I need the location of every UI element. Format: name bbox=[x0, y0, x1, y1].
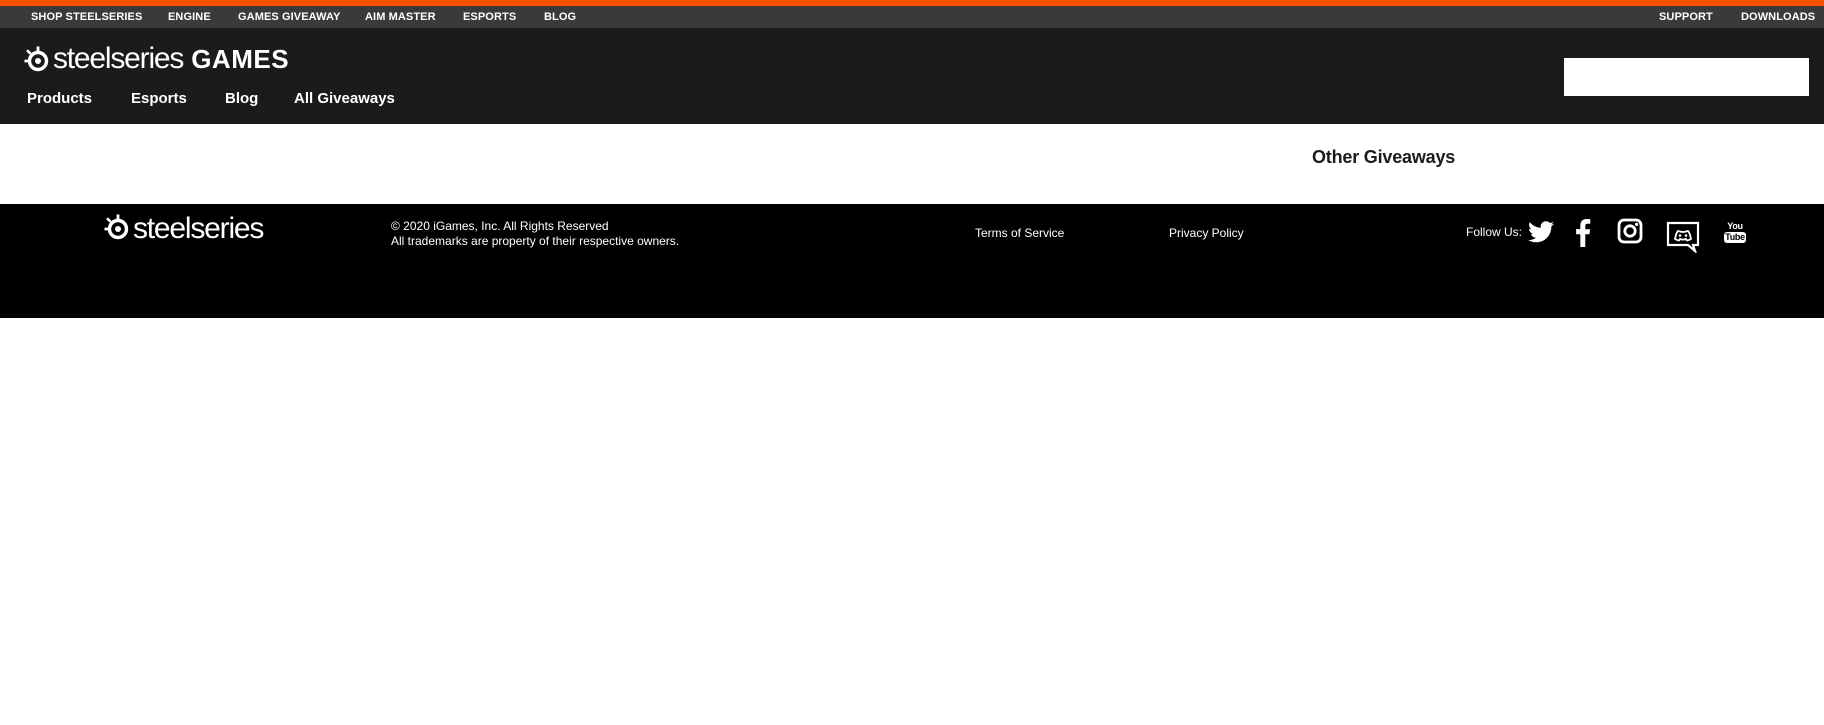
logo-games-suffix: GAMES bbox=[191, 44, 290, 74]
topnav-games-giveaway[interactable]: GAMES GIVEAWAY bbox=[238, 6, 340, 28]
youtube-icon-text-bottom: Tube bbox=[1724, 232, 1746, 243]
terms-of-service-link[interactable]: Terms of Service bbox=[975, 226, 1064, 240]
footer-steelseries-logo-icon bbox=[104, 214, 130, 245]
discord-icon[interactable] bbox=[1666, 221, 1700, 253]
logo-wordmark: steelseries bbox=[53, 42, 184, 75]
footer-logo-wordmark: steelseries bbox=[133, 212, 264, 245]
youtube-icon[interactable]: You Tube bbox=[1724, 221, 1746, 243]
nav-products[interactable]: Products bbox=[27, 90, 92, 107]
nav-esports[interactable]: Esports bbox=[131, 90, 187, 107]
footer-steelseries-logo[interactable]: steelseries bbox=[104, 212, 264, 245]
facebook-icon[interactable] bbox=[1575, 219, 1591, 247]
privacy-policy-link[interactable]: Privacy Policy bbox=[1169, 226, 1244, 240]
topnav-blog[interactable]: BLOG bbox=[544, 6, 576, 28]
twitter-icon[interactable] bbox=[1528, 221, 1554, 243]
topnav-aim-master[interactable]: AIM MASTER bbox=[365, 6, 436, 28]
instagram-icon[interactable] bbox=[1617, 218, 1643, 244]
nav-blog[interactable]: Blog bbox=[225, 90, 258, 107]
top-utility-nav: SHOP STEELSERIES ENGINE GAMES GIVEAWAY A… bbox=[0, 6, 1824, 28]
topnav-downloads[interactable]: DOWNLOADS bbox=[1741, 6, 1815, 28]
topnav-support[interactable]: SUPPORT bbox=[1659, 6, 1713, 28]
topnav-shop-steelseries[interactable]: SHOP STEELSERIES bbox=[31, 6, 142, 28]
site-header: steelseries GAMES Products Esports Blog … bbox=[0, 28, 1824, 124]
trademark-line: All trademarks are property of their res… bbox=[391, 234, 680, 248]
youtube-icon-text-top: You bbox=[1727, 221, 1743, 231]
steelseries-games-logo[interactable]: steelseries GAMES bbox=[24, 44, 289, 74]
site-footer: steelseries © 2020 iGames, Inc. All Righ… bbox=[0, 204, 1824, 318]
follow-us-label: Follow Us: bbox=[1466, 225, 1523, 239]
copyright-notice: © 2020 iGames, Inc. All Rights Reserved … bbox=[391, 219, 679, 249]
copyright-line: © 2020 iGames, Inc. All Rights Reserved bbox=[391, 219, 609, 233]
topnav-esports[interactable]: ESPORTS bbox=[463, 6, 516, 28]
other-giveaways-heading: Other Giveaways bbox=[1312, 147, 1456, 167]
topnav-engine[interactable]: ENGINE bbox=[168, 6, 211, 28]
steelseries-logo-icon bbox=[24, 46, 50, 72]
search-input[interactable] bbox=[1564, 58, 1809, 96]
nav-all-giveaways[interactable]: All Giveaways bbox=[294, 90, 395, 107]
